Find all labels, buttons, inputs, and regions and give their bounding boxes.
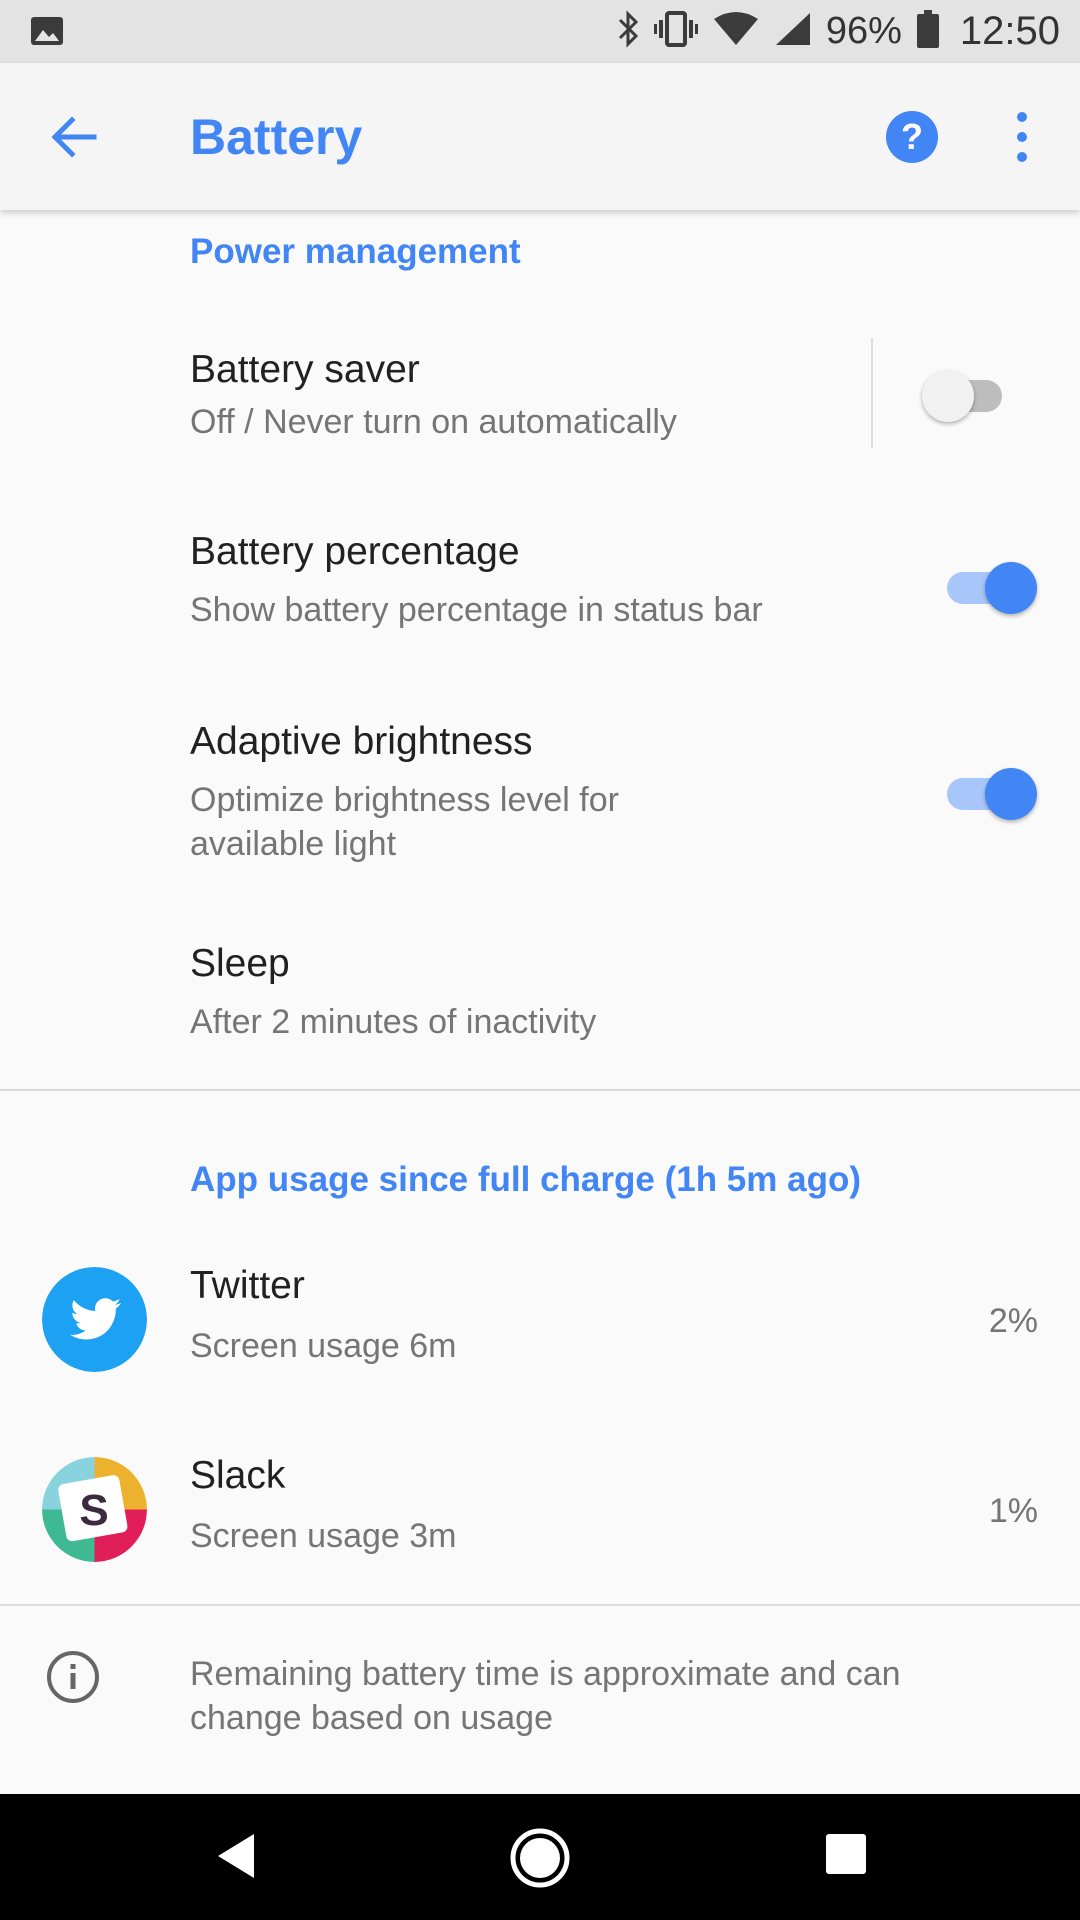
bluetooth-icon xyxy=(616,10,640,53)
wifi-icon xyxy=(712,11,760,52)
item-title: Sleep xyxy=(190,942,290,985)
section-header-power-management: Power management xyxy=(190,232,521,271)
status-bar: 96% 12:50 xyxy=(0,0,1080,63)
battery-icon xyxy=(916,10,940,53)
app-percent: 1% xyxy=(988,1492,1038,1530)
vibrate-icon xyxy=(653,10,698,53)
battery-percentage-switch[interactable] xyxy=(943,554,1037,614)
app-detail: Screen usage 3m xyxy=(190,1517,457,1555)
section-header-app-usage: App usage since full charge (1h 5m ago) xyxy=(190,1160,861,1199)
slack-icon: S xyxy=(42,1457,147,1562)
info-icon xyxy=(46,1650,100,1704)
item-title: Battery saver xyxy=(190,348,420,391)
svg-text:S: S xyxy=(79,1486,108,1535)
nav-recents-icon[interactable] xyxy=(822,1830,870,1878)
battery-saver-switch[interactable] xyxy=(922,362,1012,422)
item-title: Adaptive brightness xyxy=(190,720,533,763)
item-subtitle: After 2 minutes of inactivity xyxy=(190,1003,597,1041)
svg-text:?: ? xyxy=(901,116,923,157)
image-icon xyxy=(30,16,64,51)
app-detail: Screen usage 6m xyxy=(190,1327,457,1365)
nav-back-icon[interactable] xyxy=(210,1826,270,1886)
vertical-divider xyxy=(871,338,873,448)
back-arrow-icon[interactable] xyxy=(46,109,102,165)
section-divider xyxy=(0,1604,1080,1606)
nav-home-icon[interactable] xyxy=(508,1826,572,1890)
battery-percent-text: 96% xyxy=(825,10,902,52)
item-title: Battery percentage xyxy=(190,530,520,573)
info-text: Remaining battery time is approximate an… xyxy=(190,1655,901,1737)
app-percent: 2% xyxy=(988,1302,1038,1340)
app-name: Twitter xyxy=(190,1264,305,1307)
app-bar: Battery ? xyxy=(0,63,1080,210)
section-divider xyxy=(0,1089,1080,1091)
item-subtitle: Optimize brightness level for available … xyxy=(190,781,619,863)
adaptive-brightness-switch[interactable] xyxy=(943,760,1037,820)
clock: 12:50 xyxy=(959,9,1060,53)
app-name: Slack xyxy=(190,1454,286,1497)
more-vert-icon[interactable] xyxy=(1000,109,1044,165)
signal-icon xyxy=(774,11,812,52)
help-icon[interactable]: ? xyxy=(884,109,940,165)
navigation-bar xyxy=(0,1794,1080,1920)
twitter-icon xyxy=(42,1267,147,1372)
item-subtitle: Off / Never turn on automatically xyxy=(190,403,677,441)
item-subtitle: Show battery percentage in status bar xyxy=(190,591,763,629)
page-title: Battery xyxy=(190,109,363,165)
